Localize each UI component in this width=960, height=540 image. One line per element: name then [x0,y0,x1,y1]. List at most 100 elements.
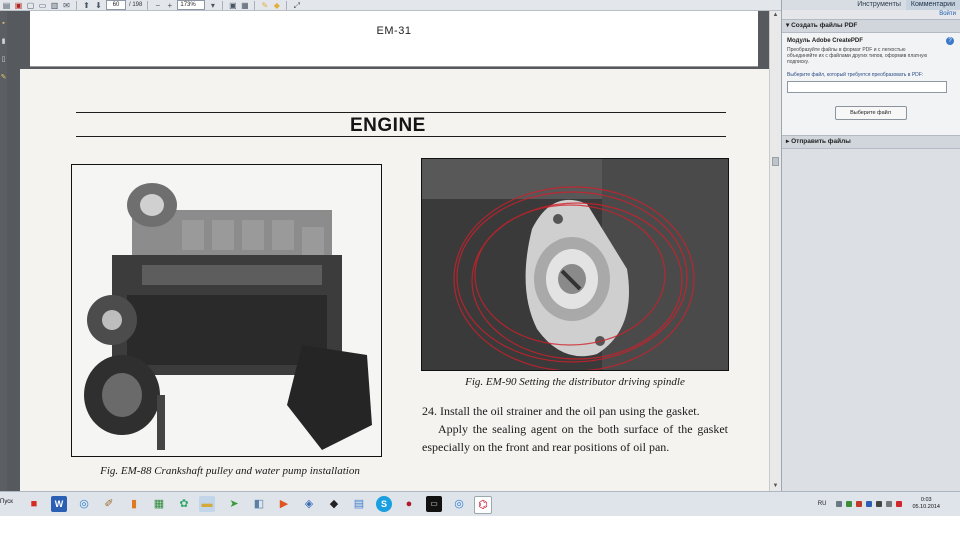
previous-page: EM-31 [30,11,758,67]
language-indicator[interactable]: RU [818,501,827,507]
toolbar-divider [76,0,77,10]
start-button[interactable]: Пуск [0,499,13,505]
section-heading: ENGINE [350,115,426,136]
scroll-down-icon[interactable]: ▼ [770,482,781,491]
cherry-icon[interactable]: ● [401,496,417,512]
select-file-button[interactable]: Выберите файл [834,106,907,120]
email-icon[interactable]: ✉ [62,1,71,10]
pane-tabs: Инструменты Комментарии [782,0,960,10]
acrobat-toolbar: ▤ ▣ ▢ ▭ ▥ ✉ ⬆ ⬇ 60 / 198 − + 173% ▾ ▣ ▦ … [0,0,781,11]
zoom-input[interactable]: 173% [177,0,206,10]
lock-icon[interactable]: ▪ [0,19,7,29]
file-prompt-link[interactable]: Выберите файл, который требуется преобра… [787,72,954,78]
tab-comments[interactable]: Комментарии [905,0,960,10]
acrobat-icon[interactable]: ⌬ [474,496,492,514]
next-page-icon[interactable]: ⬇ [94,1,103,10]
create-pdf-panel: Модуль Adobe CreatePDF ? Преобразуйте фа… [782,33,960,135]
login-link[interactable]: Войти [782,10,960,19]
network-icon[interactable] [876,501,883,507]
heading-rule-bottom [76,136,726,137]
navigation-pane-strip: ▪ ▮ ▯ ✎ [0,11,7,491]
pages-icon[interactable]: ▮ [0,37,7,47]
tray-icon[interactable] [846,501,853,507]
app-icon[interactable]: ➤ [226,496,242,512]
clock-time: 0:03 [920,497,932,503]
signature-icon[interactable]: ✎ [0,73,7,83]
scrollbar-thumb[interactable] [772,157,779,166]
fit-width-icon[interactable]: ▦ [240,1,249,10]
panel-header-label: Создать файлы PDF [791,22,858,29]
engine-photo [71,164,382,457]
print-icon[interactable]: ▥ [50,1,59,10]
distributor-illustration [422,159,728,370]
toolbar-divider [286,0,288,10]
browser-icon[interactable]: ◎ [451,496,467,512]
spreadsheet-icon[interactable]: ▦ [151,496,167,512]
current-page: ENGINE Fig. EM-88 Crankshaft pulley and … [20,69,769,491]
app-icon[interactable]: ■ [26,496,42,512]
media-icon[interactable]: ▶ [276,496,292,512]
page-number-label: EM-31 [376,25,412,37]
zoom-out-icon[interactable]: − [153,1,162,10]
heading-rule-top [76,112,726,113]
tray-icon[interactable] [836,501,843,507]
word-icon[interactable]: W [51,496,67,512]
terminal-icon[interactable]: ▭ [426,496,442,512]
expand-icon[interactable]: ⤢ [292,1,301,10]
pane-empty-area [782,149,960,491]
tool-icon[interactable]: ✐ [101,496,117,512]
toolbar-divider [147,0,149,10]
document-viewer[interactable]: EM-31 ENGINE Fig. EM-88 Crankshaft pulle… [7,11,769,491]
folder-icon[interactable]: ▤ [2,1,11,10]
save-icon[interactable]: ▭ [38,1,47,10]
document-icon[interactable]: ▤ [351,496,367,512]
clock-date: 05.10.2014 [912,504,940,510]
comment-icon[interactable]: ✎ [260,1,269,10]
toolbar-divider [222,0,224,10]
send-files-panel-header[interactable]: ▸ Отправить файлы [782,135,960,149]
butterfly-icon[interactable]: ✿ [176,496,192,512]
windows-taskbar: Пуск ■ W ◎ ✐ ▮ ▦ ✿ ▬ ➤ ◧ ▶ ◈ ◆ ▤ S ● ▭ ◎… [0,491,960,516]
app-icon[interactable]: ◧ [251,496,267,512]
scroll-up-icon[interactable]: ▲ [770,11,781,20]
browser-icon[interactable]: ◎ [76,496,92,512]
page-total: / 198 [129,2,143,8]
volume-icon[interactable] [886,501,893,507]
page-number-input[interactable]: 60 [106,0,126,10]
chevron-down-icon: ▾ [786,22,790,29]
skype-icon[interactable]: S [376,496,392,512]
app-icon[interactable]: ◆ [326,496,342,512]
chevron-right-icon: ▸ [786,138,790,145]
tools-pane: Инструменты Комментарии Войти ▾ Создать … [781,0,960,491]
engine-illustration [72,165,381,456]
toolbar-divider [254,0,256,10]
zoom-in-icon[interactable]: + [165,1,174,10]
tray-icon[interactable] [896,501,903,507]
paragraph: Apply the sealing agent on the both surf… [422,422,728,454]
system-tray: RU 0:03 05.10.2014 [818,492,960,516]
panel-description: Преобразуйте файлы в формат PDF и с легк… [787,47,928,65]
tab-tools[interactable]: Инструменты [852,0,906,10]
highlight-icon[interactable]: ◆ [272,1,281,10]
fit-page-icon[interactable]: ▣ [228,1,237,10]
create-pdf-panel-header[interactable]: ▾ Создать файлы PDF [782,19,960,33]
folder-icon[interactable]: ▬ [199,496,215,512]
help-icon[interactable]: ? [946,37,954,45]
figure-caption-right: Fig. EM-90 Setting the distributor drivi… [465,376,685,388]
paragraph: 24. Install the oil strainer and the oil… [422,404,700,418]
attachments-icon[interactable]: ▯ [0,55,7,65]
chevron-down-icon[interactable]: ▾ [208,1,217,10]
vertical-scrollbar[interactable]: ▲ ▼ [769,11,781,491]
tray-icon[interactable] [856,501,863,507]
app-icon[interactable]: ▮ [126,496,142,512]
create-pdf-icon[interactable]: ▣ [14,1,23,10]
panel-header-label: Отправить файлы [791,138,851,145]
open-icon[interactable]: ▢ [26,1,35,10]
distributor-photo [421,158,729,371]
clock[interactable]: 0:03 05.10.2014 [912,497,940,511]
file-path-input[interactable] [787,81,947,93]
body-text: 24. Install the oil strainer and the oil… [422,402,728,456]
app-icon[interactable]: ◈ [301,496,317,512]
tray-icon[interactable] [866,501,873,507]
prev-page-icon[interactable]: ⬆ [82,1,91,10]
